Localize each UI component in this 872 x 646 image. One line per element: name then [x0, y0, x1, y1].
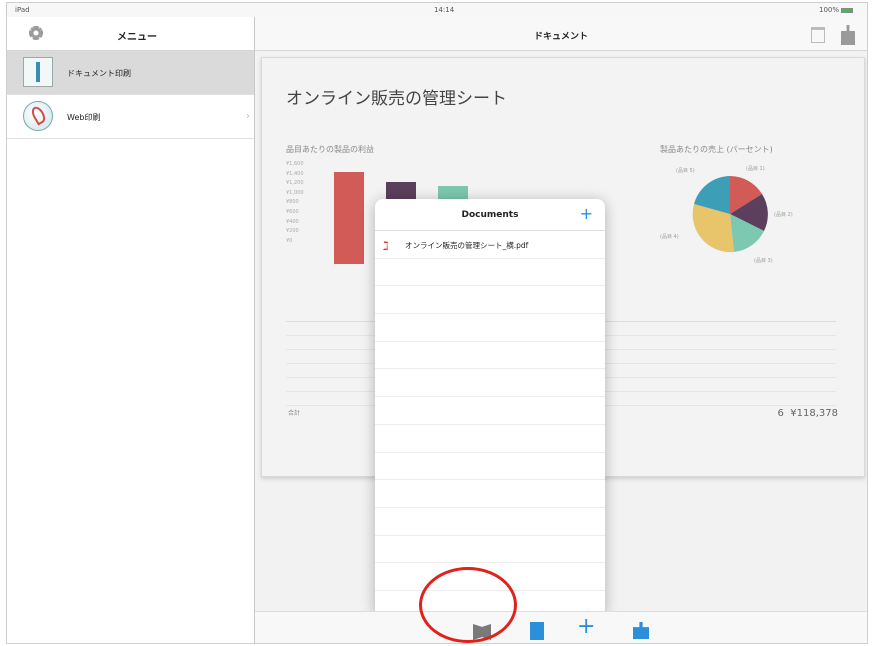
- sidebar-item-label: ドキュメント印刷: [67, 69, 131, 78]
- list-item-empty: [375, 425, 605, 453]
- status-bar: iPad 14:14 100%: [7, 3, 867, 17]
- highlight-circle: [419, 567, 517, 643]
- add-icon[interactable]: +: [577, 614, 595, 639]
- y-tick: ¥200: [286, 228, 299, 235]
- y-tick: ¥0: [286, 237, 293, 244]
- pie-label: (品目 5): [676, 168, 695, 174]
- list-item[interactable]: ℷ オンライン販売の管理シート_横.pdf: [375, 231, 605, 259]
- list-item-empty: [375, 286, 605, 315]
- sidebar-item-label: Web印刷: [67, 113, 101, 122]
- carrier-label: iPad: [15, 6, 30, 14]
- list-item-empty: [375, 314, 605, 342]
- battery-indicator: 100%: [819, 6, 853, 14]
- document-icon[interactable]: [530, 622, 544, 640]
- y-axis-ticks: ¥1,600 ¥1,400 ¥1,200 ¥1,000 ¥800 ¥600 ¥4…: [286, 160, 304, 246]
- chevron-right-icon: ›: [246, 111, 250, 122]
- list-item-empty: [375, 259, 605, 287]
- document-title: オンライン販売の管理シート: [286, 89, 507, 109]
- y-tick: ¥400: [286, 218, 299, 225]
- y-tick: ¥1,400: [286, 170, 304, 177]
- pdf-icon: ℷ: [383, 239, 389, 253]
- list-item-empty: [375, 508, 605, 536]
- add-document-button[interactable]: +: [580, 204, 593, 223]
- total-count: 6: [777, 408, 784, 419]
- page-title: ドキュメント: [533, 32, 588, 42]
- battery-percent: 100%: [818, 6, 839, 14]
- list-item-empty: [375, 342, 605, 370]
- bar-item-1: [334, 172, 364, 264]
- sidebar-item-document-print[interactable]: ドキュメント印刷: [7, 51, 254, 95]
- gear-icon[interactable]: [29, 26, 43, 40]
- file-name: オンライン販売の管理シート_横.pdf: [405, 241, 529, 250]
- bottom-toolbar: +: [255, 611, 867, 643]
- y-tick: ¥800: [286, 199, 299, 206]
- y-tick: ¥1,200: [286, 180, 304, 187]
- globe-icon: [23, 101, 53, 131]
- documents-popover: Documents + ℷ オンライン販売の管理シート_横.pdf: [375, 199, 605, 617]
- pie-chart-title: 製品あたりの売上 (パーセント): [660, 145, 773, 154]
- pie-label: (品目 2): [774, 212, 793, 218]
- total-amount: ¥118,378: [790, 408, 838, 419]
- list-item-empty: [375, 453, 605, 481]
- bar-chart-title: 品目あたりの製品の利益: [286, 145, 374, 154]
- list-item-empty: [375, 536, 605, 564]
- popover-title: Documents: [461, 210, 519, 220]
- clock: 14:14: [434, 6, 455, 14]
- main-header: ドキュメント: [255, 17, 867, 51]
- list-item-empty: [375, 480, 605, 508]
- total-value: 6 ¥118,378: [778, 408, 838, 419]
- sidebar-item-web-print[interactable]: Web印刷 ›: [7, 95, 254, 139]
- total-label: 合計: [288, 410, 301, 417]
- y-tick: ¥1,000: [286, 189, 304, 196]
- y-tick: ¥1,600: [286, 161, 304, 167]
- list-item-empty: [375, 369, 605, 398]
- popover-header: Documents +: [375, 199, 605, 231]
- print-settings-icon[interactable]: [811, 27, 825, 43]
- sidebar-header: メニュー: [7, 17, 254, 51]
- share-icon[interactable]: [841, 25, 855, 45]
- sidebar: メニュー ドキュメント印刷 Web印刷 ›: [7, 17, 255, 643]
- share-icon[interactable]: [633, 622, 649, 639]
- pie-label: (品目 4): [660, 234, 679, 240]
- pie-label: (品目 3): [754, 258, 773, 264]
- battery-icon: [841, 7, 853, 13]
- list-item-empty: [375, 397, 605, 425]
- document-print-icon: [23, 57, 53, 87]
- pie-chart: (品目 5) (品目 1) (品目 2) (品目 3) (品目 4): [660, 166, 793, 264]
- sidebar-title: メニュー: [117, 32, 157, 43]
- pie-label: (品目 1): [746, 166, 765, 172]
- ipad-screen: iPad 14:14 100% メニュー ドキュメント印刷 Web印刷 › ドキ…: [6, 2, 868, 644]
- y-tick: ¥600: [286, 208, 299, 215]
